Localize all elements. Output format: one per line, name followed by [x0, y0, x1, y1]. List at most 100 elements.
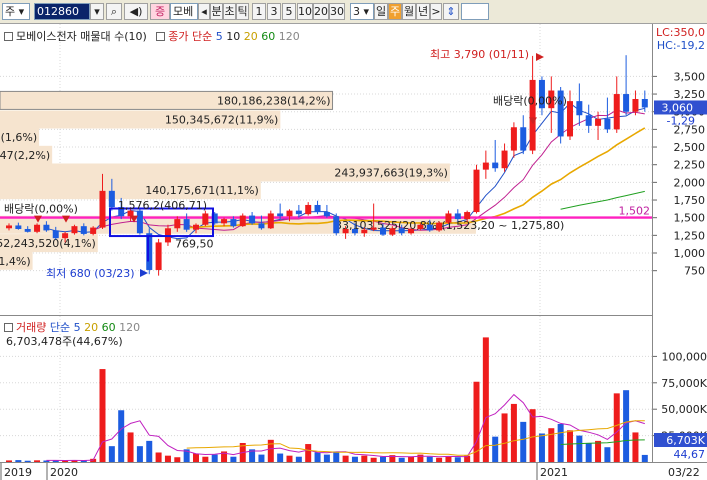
box-bottom-label: 769,50 [175, 237, 214, 250]
next-button[interactable]: > [430, 3, 442, 20]
date-axis[interactable]: 2019 2020 2021 03/22 [0, 462, 707, 480]
volume-bar [108, 446, 115, 462]
magnifier-icon: ⌕ [110, 5, 118, 18]
stock-name-field[interactable]: 모베 [170, 3, 198, 20]
chevron-right-icon: > [431, 5, 441, 18]
second-button[interactable]: 초 [223, 3, 236, 20]
volume-legend-checkbox[interactable] [4, 323, 13, 332]
vol-ma60-legend: 60 [101, 321, 116, 334]
speaker-button[interactable]: ◀) [124, 3, 148, 20]
period-button-30[interactable]: 30 [329, 3, 345, 20]
volume-bar [567, 430, 573, 462]
vol-ma60-line [560, 439, 645, 445]
low-annotation: 최저 680 (03/23) [46, 267, 135, 280]
date-axis-label: 2020 [50, 466, 78, 479]
ma10-legend: 10 [226, 30, 241, 43]
stock-code-dropdown[interactable]: ▾ [90, 3, 104, 20]
volume-bar [127, 432, 134, 462]
volume-bar [576, 435, 583, 462]
week-button[interactable]: 주 [388, 3, 402, 20]
candle-body [202, 213, 209, 225]
candle-body [230, 219, 237, 227]
chart-toolbar: 주 ▾ 012860 ▾ ⌕ ◀) 증 모베 ◂ 분 초 틱 1 3 5 10 … [0, 0, 707, 24]
ma-legend-checkbox[interactable] [156, 32, 166, 41]
candle-body [80, 226, 87, 234]
ma120-legend: 120 [278, 30, 300, 43]
volume-bar [641, 454, 648, 462]
vol-ma-label: 단순 [49, 321, 71, 334]
volume-bar [501, 413, 508, 462]
volume-legend-title: 거래량 [16, 321, 47, 334]
candle-body [389, 228, 396, 235]
period-button-3[interactable]: 3 [267, 3, 281, 20]
volume-bar [314, 452, 321, 462]
volume-bar [99, 369, 106, 462]
candle-body [623, 94, 630, 112]
candle-body [277, 213, 284, 217]
candle-body [473, 169, 480, 213]
volume-bar [510, 403, 517, 462]
search-button[interactable]: ⌕ [106, 3, 122, 20]
volume-bar [277, 453, 284, 462]
candle-body [445, 213, 452, 223]
candle-body [361, 229, 368, 234]
candle-body [239, 215, 246, 227]
price-axis[interactable]: 3,5003,2503,0002,7502,5002,2502,0001,750… [652, 24, 707, 316]
count-select[interactable]: 3 ▾ [350, 3, 374, 20]
volume-axis[interactable]: 100,00075,000K50,000K25,000K6,703K44,67 [652, 316, 707, 462]
period-button-5[interactable]: 5 [282, 3, 296, 20]
up-down-arrow-icon: ⇕ [446, 5, 456, 18]
candle-body [174, 219, 181, 229]
up-down-button[interactable]: ⇕ [443, 3, 459, 20]
vol-ma20-legend: 20 [84, 321, 99, 334]
triangle-left-icon: ◂ [201, 5, 207, 18]
candle-body [155, 242, 162, 270]
candle-body [62, 233, 69, 239]
candle-body [576, 101, 583, 116]
price-legend-checkbox[interactable] [4, 32, 13, 41]
hc-label: HC:-19,2 [656, 39, 705, 52]
ma60-legend: 60 [261, 30, 276, 43]
volume-chart-pane[interactable]: 거래량 단순 5 20 60 120 6,703,478주(44,67%) [0, 316, 652, 462]
price-chart-pane[interactable]: 180,186,238(14,2%) 150,345,672(11,9%) 20,1… [0, 24, 652, 316]
candle-body [221, 219, 228, 224]
candle-body [52, 230, 59, 239]
minute-button[interactable]: 분 [210, 3, 223, 20]
volume-bar [305, 444, 312, 462]
ma-legend-label: 종가 단순 [168, 30, 213, 43]
month-button[interactable]: 월 [402, 3, 416, 20]
volume-bar [492, 436, 499, 462]
box-left-label: 1,576,2(406,71) [118, 199, 207, 212]
price-axis-label: 2,500 [674, 141, 706, 154]
speaker-icon: ◀) [129, 5, 143, 18]
badge-jeung: 증 [150, 3, 170, 20]
volume-axis-label: 100,000 [662, 350, 707, 363]
price-axis-label: 1,750 [674, 194, 706, 207]
candle-body [454, 213, 461, 220]
period-button-10[interactable]: 10 [297, 3, 313, 20]
candle-body [370, 227, 377, 230]
prev-button[interactable]: ◂ [198, 3, 210, 20]
candle-body [492, 162, 499, 169]
price-level-label: 1,502 [619, 205, 651, 218]
stock-code-input[interactable]: 012860 [34, 3, 90, 20]
period-button-1[interactable]: 1 [252, 3, 266, 20]
blank-input[interactable] [461, 3, 489, 20]
tick-button[interactable]: 틱 [236, 3, 249, 20]
day-button[interactable]: 일 [374, 3, 388, 20]
current-change-label: -1,29 [667, 114, 695, 127]
candle-body [342, 228, 349, 234]
candle-body [482, 162, 489, 170]
candle-body [71, 226, 78, 234]
candle-body [193, 224, 199, 230]
volume-axis-label: 75,000K [661, 377, 707, 390]
candle-body [108, 190, 115, 208]
period-button-20[interactable]: 20 [313, 3, 329, 20]
candle-body [314, 204, 321, 213]
volume-axis-svg: 100,00075,000K50,000K25,000K6,703K44,67 [653, 350, 707, 461]
year-button[interactable]: 년 [416, 3, 430, 20]
market-select[interactable]: 주 ▾ [2, 3, 30, 20]
candle-body [604, 118, 611, 130]
candle-body [426, 224, 433, 231]
vol-ma20-line [186, 420, 645, 456]
